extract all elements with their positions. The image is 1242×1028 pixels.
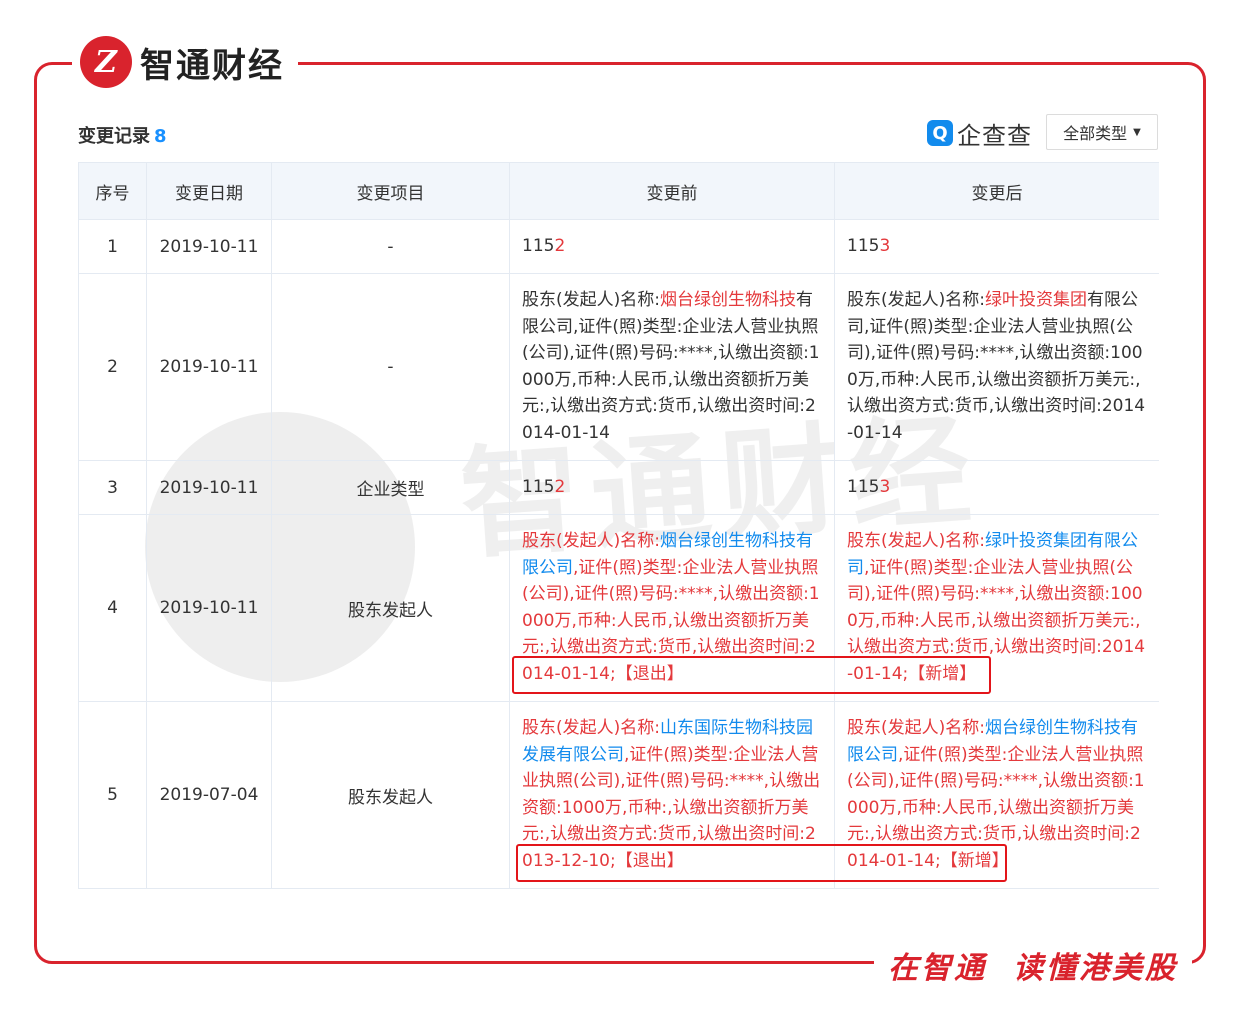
change-text-segment: 3 — [879, 236, 891, 257]
section-title: 变更记录 8 — [78, 122, 167, 148]
slogan-part2: 读懂港美股 — [1013, 951, 1178, 986]
qcc-brand: Q 企查查 — [927, 118, 1032, 150]
change-text-segment: 股东(发起人)名称: — [522, 718, 660, 738]
brand-header: Z 智通财经 — [72, 30, 298, 94]
row-date: 2019-07-04 — [146, 701, 272, 889]
change-text-segment: 股东(发起人)名称: — [847, 718, 985, 738]
change-count[interactable]: 8 — [154, 126, 167, 147]
change-text-segment: 115 — [522, 236, 555, 257]
row-item: - — [271, 273, 510, 461]
row-index: 3 — [78, 460, 147, 515]
change-text-segment: 115 — [847, 477, 880, 498]
row-index: 1 — [78, 219, 147, 274]
row-date: 2019-10-11 — [146, 514, 272, 702]
change-text-segment: 有限公司,证件(照)类型:企业法人营业执照(公司),证件(照)号码:****,认… — [522, 290, 820, 443]
change-text-segment: 115 — [522, 477, 555, 498]
row-after: 1153 — [834, 219, 1159, 274]
row-after: 1153 — [834, 460, 1159, 515]
change-text-segment: 股东(发起人)名称: — [522, 290, 660, 310]
change-records-table: 序号 变更日期 变更项目 变更前 变更后 1 2019-10-11 - 1152… — [78, 162, 1159, 889]
change-text-segment: 3 — [879, 477, 891, 498]
change-text-segment: 股东(发起人)名称: — [847, 290, 985, 310]
change-text-segment: 2 — [554, 477, 566, 498]
row-index: 2 — [78, 273, 147, 461]
row-date: 2019-10-11 — [146, 460, 272, 515]
row-date: 2019-10-11 — [146, 219, 272, 274]
highlight-box-row5 — [516, 844, 1007, 882]
change-text-segment: 2 — [554, 236, 566, 257]
qcc-logo-icon: Q — [927, 120, 953, 146]
change-text-segment: 股东(发起人)名称: — [522, 531, 660, 551]
section-title-label: 变更记录 — [78, 126, 150, 147]
slogan-part1: 在智通 — [888, 951, 987, 986]
row-item: 股东发起人 — [271, 701, 510, 889]
change-text-segment: 绿叶投资集团 — [985, 290, 1087, 310]
table-header-row: 序号 变更日期 变更项目 变更前 变更后 — [78, 162, 1159, 220]
qcc-name: 企查查 — [957, 121, 1032, 150]
change-text-segment: 115 — [847, 236, 880, 257]
column-header-index: 序号 — [78, 162, 147, 220]
brand-name: 智通财经 — [140, 45, 284, 86]
type-filter-label: 全部类型 — [1063, 124, 1128, 143]
column-header-item: 变更项目 — [271, 162, 510, 220]
column-header-after: 变更后 — [834, 162, 1159, 220]
row-before: 1152 — [509, 460, 835, 515]
row-item: 股东发起人 — [271, 514, 510, 702]
row-before: 股东(发起人)名称:烟台绿创生物科技有限公司,证件(照)类型:企业法人营业执照(… — [509, 273, 835, 461]
caret-down-icon: ▼ — [1133, 126, 1141, 138]
row-index: 5 — [78, 701, 147, 889]
row-date: 2019-10-11 — [146, 273, 272, 461]
row-item: 企业类型 — [271, 460, 510, 515]
type-filter-dropdown[interactable]: 全部类型 ▼ — [1046, 114, 1158, 150]
column-header-before: 变更前 — [509, 162, 835, 220]
brand-logo-icon: Z — [80, 36, 132, 88]
row-index: 4 — [78, 514, 147, 702]
row-after: 股东(发起人)名称:绿叶投资集团有限公司,证件(照)类型:企业法人营业执照(公司… — [834, 273, 1159, 461]
change-records-table-container[interactable]: 序号 变更日期 变更项目 变更前 变更后 1 2019-10-11 - 1152… — [78, 162, 1159, 890]
footer-slogan: 在智通 读懂港美股 — [874, 942, 1192, 988]
table-row: 3 2019-10-11 企业类型 1152 1153 — [78, 460, 1159, 515]
table-row: 2 2019-10-11 - 股东(发起人)名称:烟台绿创生物科技有限公司,证件… — [78, 273, 1159, 461]
highlight-box-row4 — [512, 656, 991, 694]
row-before: 1152 — [509, 219, 835, 274]
table-row: 1 2019-10-11 - 1152 1153 — [78, 219, 1159, 274]
change-text-segment: 有限公司,证件(照)类型:企业法人营业执照(公司),证件(照)号码:****,认… — [847, 290, 1146, 443]
change-text-segment: 烟台绿创生物科技 — [660, 290, 796, 310]
column-header-date: 变更日期 — [146, 162, 272, 220]
section-header: 变更记录 8 Q 企查查 全部类型 ▼ — [78, 114, 1158, 152]
row-item: - — [271, 219, 510, 274]
change-text-segment: 股东(发起人)名称: — [847, 531, 985, 551]
